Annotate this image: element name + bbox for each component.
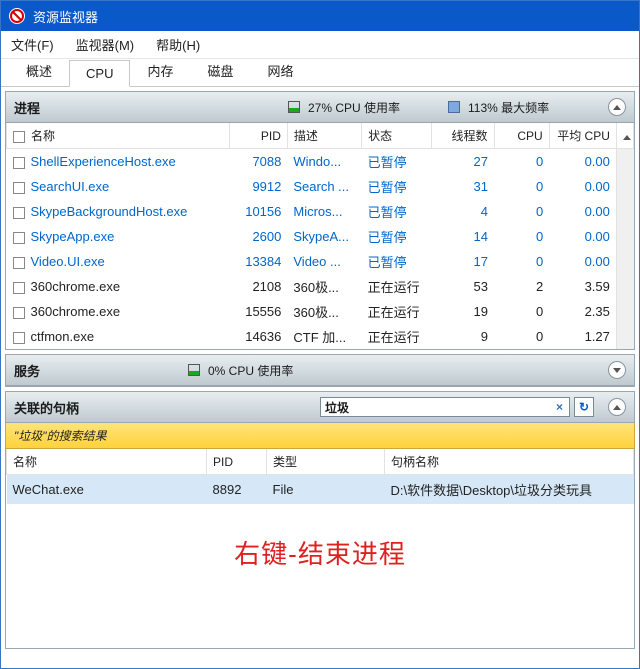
collapse-services-button[interactable] [608,361,626,379]
section-processes[interactable]: 进程 27% CPU 使用率 113% 最大频率 [5,91,635,123]
col-status[interactable]: 状态 [362,123,432,149]
annotation-text: 右键-结束进程 [6,534,634,571]
handles-table-frame: 名称 PID 类型 句柄名称 WeChat.exe8892FileD:\软件数据… [5,449,635,649]
table-row[interactable]: ShellExperienceHost.exe7088Windo...已暂停27… [7,149,634,175]
processes-header-row: 名称 PID 描述 状态 线程数 CPU 平均 CPU [7,123,634,149]
scrollbar-track[interactable] [616,299,633,324]
processes-table: 名称 PID 描述 状态 线程数 CPU 平均 CPU ShellExperie… [6,123,634,349]
row-checkbox[interactable] [13,332,25,344]
processes-table-frame: 名称 PID 描述 状态 线程数 CPU 平均 CPU ShellExperie… [5,123,635,350]
col-pid[interactable]: PID [229,123,287,149]
scrollbar-track[interactable] [616,274,633,299]
stat-svc-cpu: 0% CPU 使用率 [188,362,608,379]
menu-file[interactable]: 文件(F) [7,33,58,56]
scrollbar-track[interactable] [616,249,633,274]
scrollbar-track[interactable] [616,199,633,224]
section-handles-title: 关联的句柄 [14,398,79,417]
scrollbar-track[interactable] [616,174,633,199]
led-green-icon [188,364,200,376]
chevron-down-icon [613,368,621,373]
titlebar: 资源监视器 [1,1,639,31]
stat-max-freq: 113% 最大频率 [448,99,608,116]
menu-monitor[interactable]: 监视器(M) [72,33,139,56]
handles-header-row: 名称 PID 类型 句柄名称 [7,449,634,475]
col-avgcpu[interactable]: 平均 CPU [549,123,616,149]
refresh-icon: ↻ [579,400,589,414]
table-row[interactable]: SkypeApp.exe2600SkypeA...已暂停1400.00 [7,224,634,249]
row-checkbox[interactable] [13,282,25,294]
section-handles[interactable]: 关联的句柄 垃圾 × ↻ [5,391,635,423]
handles-search-input[interactable]: 垃圾 × [320,397,570,417]
led-blue-icon [448,101,460,113]
row-checkbox[interactable] [13,257,25,269]
table-row[interactable]: 360chrome.exe2108360极...正在运行5323.59 [7,274,634,299]
section-services-title: 服务 [14,361,40,380]
row-checkbox[interactable] [13,182,25,194]
row-checkbox[interactable] [13,157,25,169]
handles-table: 名称 PID 类型 句柄名称 WeChat.exe8892FileD:\软件数据… [6,449,634,504]
chevron-up-icon [613,105,621,110]
table-row[interactable]: ctfmon.exe14636CTF 加...正在运行901.27 [7,324,634,349]
table-row[interactable]: SearchUI.exe9912Search ...已暂停3100.00 [7,174,634,199]
menu-help[interactable]: 帮助(H) [152,33,204,56]
handles-result-band: "垃圾"的搜索结果 [5,423,635,449]
scrollbar-track[interactable] [616,224,633,249]
tab-disk[interactable]: 磁盘 [190,55,250,86]
table-row[interactable]: Video.UI.exe13384Video ...已暂停1700.00 [7,249,634,274]
section-services[interactable]: 服务 0% CPU 使用率 [5,354,635,386]
collapse-processes-button[interactable] [608,98,626,116]
tab-cpu[interactable]: CPU [69,60,130,87]
collapse-handles-button[interactable] [608,398,626,416]
chevron-up-icon [613,405,621,410]
hcol-type[interactable]: 类型 [267,449,385,475]
col-name[interactable]: 名称 [7,123,230,149]
hcol-hname[interactable]: 句柄名称 [385,449,634,475]
scroll-up-button[interactable] [616,123,633,149]
row-checkbox[interactable] [13,307,25,319]
col-desc[interactable]: 描述 [287,123,361,149]
menubar: 文件(F) 监视器(M) 帮助(H) [1,31,639,59]
search-go-button[interactable]: ↻ [574,397,594,417]
tab-memory[interactable]: 内存 [130,55,190,86]
hcol-name[interactable]: 名称 [7,449,207,475]
tab-overview[interactable]: 概述 [9,55,69,86]
col-threads[interactable]: 线程数 [432,123,494,149]
clear-search-icon[interactable]: × [554,400,565,414]
row-checkbox[interactable] [13,207,25,219]
tab-network[interactable]: 网络 [251,55,311,86]
table-row[interactable]: 360chrome.exe15556360极...正在运行1902.35 [7,299,634,324]
scrollbar-track[interactable] [616,324,633,349]
table-row[interactable]: SkypeBackgroundHost.exe10156Micros...已暂停… [7,199,634,224]
section-processes-title: 进程 [14,98,40,117]
app-window: 资源监视器 文件(F) 监视器(M) 帮助(H) 概述 CPU 内存 磁盘 网络… [0,0,640,669]
checkbox-all[interactable] [13,131,25,143]
row-checkbox[interactable] [13,232,25,244]
table-row[interactable]: WeChat.exe8892FileD:\软件数据\Desktop\垃圾分类玩具 [7,475,634,505]
services-frame [5,386,635,387]
scrollbar-track[interactable] [616,149,633,175]
handles-search: 垃圾 × ↻ [320,397,626,417]
hcol-pid[interactable]: PID [207,449,267,475]
led-green-icon [288,101,300,113]
col-cpu[interactable]: CPU [494,123,549,149]
stat-cpu-usage: 27% CPU 使用率 [288,99,448,116]
app-icon [9,8,25,24]
tab-bar: 概述 CPU 内存 磁盘 网络 [1,59,639,87]
window-title: 资源监视器 [33,7,98,26]
